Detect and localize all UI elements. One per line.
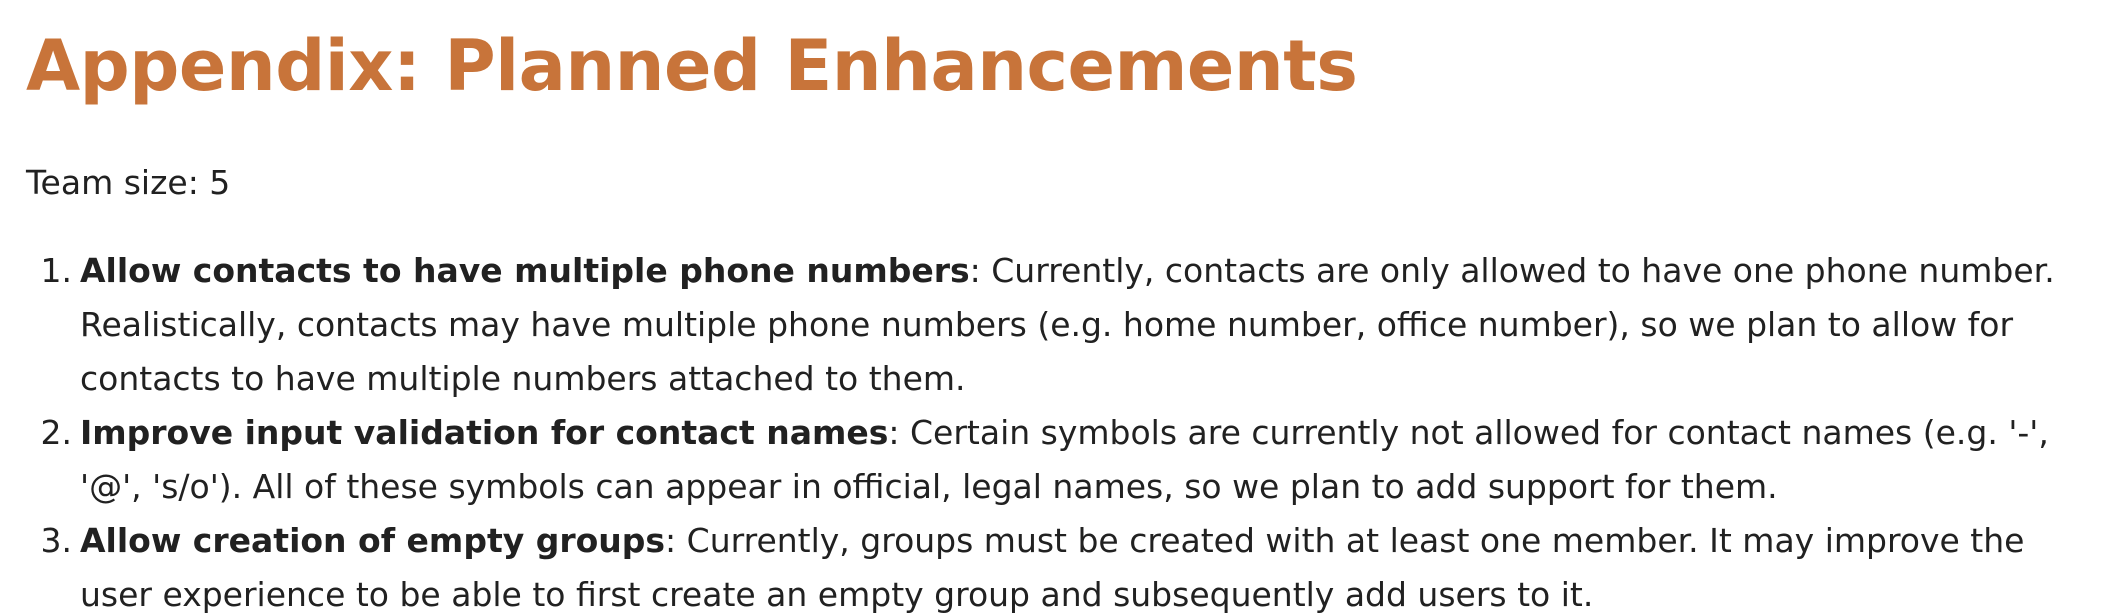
- list-item: 3. Allow creation of empty groups: Curre…: [41, 514, 2106, 616]
- list-item-number: 3.: [40, 521, 73, 560]
- list-item-separator: :: [665, 521, 687, 560]
- team-size-text: Team size: 5: [26, 163, 231, 202]
- list-item-separator: :: [969, 251, 992, 290]
- list-item-number: 1.: [40, 251, 73, 290]
- list-item: 1. Allow contacts to have multiple phone…: [41, 244, 2106, 406]
- page-title: Appendix: Planned Enhancements: [26, 25, 1358, 107]
- list-item-title: Allow creation of empty groups: [80, 521, 666, 560]
- list-item-title: Allow contacts to have multiple phone nu…: [80, 251, 970, 290]
- list-item: 2. Improve input validation for contact …: [41, 406, 2106, 514]
- list-item-title: Improve input validation for contact nam…: [80, 413, 889, 452]
- document-page: Appendix: Planned Enhancements Team size…: [0, 0, 2125, 616]
- list-item-separator: :: [888, 413, 910, 452]
- list-item-number: 2.: [40, 413, 73, 452]
- enhancements-list: 1. Allow contacts to have multiple phone…: [26, 244, 2106, 616]
